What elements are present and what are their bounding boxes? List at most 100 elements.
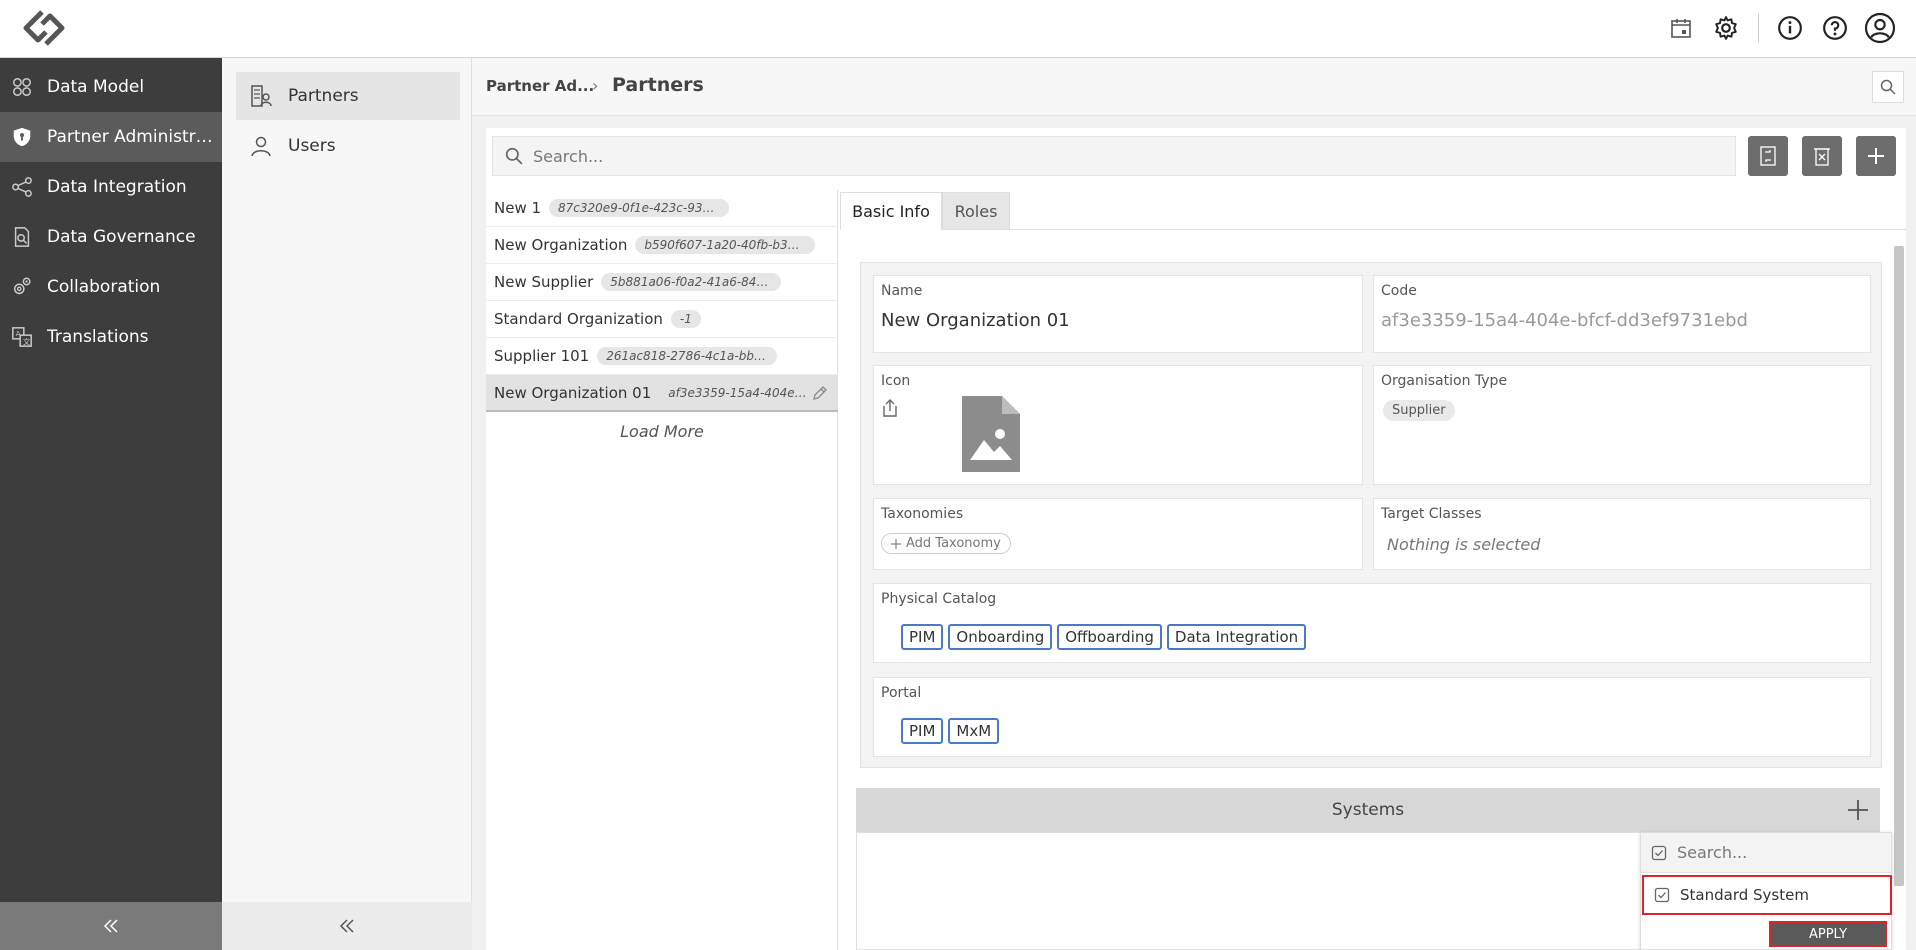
systems-header: Systems [856,788,1880,832]
subnav-item-users[interactable]: Users [236,122,460,170]
nav-item-data-model[interactable]: Data Model [0,62,222,112]
data-model-icon [9,74,35,100]
nav-item-collaboration[interactable]: Collaboration [0,262,222,312]
nav-item-label: Translations [47,327,149,347]
catalog-chip[interactable]: Offboarding [1057,624,1162,650]
list-item[interactable]: Supplier 101 261ac818-2786-4c1a-bb3a-ea9… [486,338,838,375]
breadcrumb-parent[interactable]: Partner Ad... [486,77,594,95]
sub-sidebar: Partners Users [222,58,472,950]
nav-item-translations[interactable]: A文 Translations [0,312,222,362]
subnav-item-label: Users [288,136,336,156]
add-system-icon[interactable] [1846,798,1870,822]
top-bar [0,0,1916,58]
gears-icon [9,274,35,300]
nav-item-data-governance[interactable]: Data Governance [0,212,222,262]
partner-id-badge: b590f607-1a20-40fb-b315-7... [635,236,816,254]
delete-icon [1812,145,1832,167]
list-item[interactable]: New Supplier 5b881a06-f0a2-41a6-8460-e28… [486,264,838,301]
portal-chip[interactable]: MxM [948,718,1000,744]
icon-field: Icon [873,365,1363,485]
catalog-chip[interactable]: Onboarding [948,624,1053,650]
nav-item-label: Data Governance [47,227,196,247]
breadcrumb-separator: › [592,76,599,95]
global-search-button[interactable] [1872,71,1904,103]
nav-item-data-integration[interactable]: Data Integration [0,162,222,212]
upload-icon[interactable] [881,398,899,418]
subnav-item-partners[interactable]: Partners [236,72,460,120]
code-value: af3e3359-15a4-404e-bfcf-dd3ef9731ebd [1381,310,1748,331]
system-picker-dropdown: Search... Standard System APPLY [1640,832,1892,950]
taxonomies-field: Taxonomies Add Taxonomy [873,498,1363,570]
plus-icon [891,538,901,549]
collapse-subnav-button[interactable] [222,902,472,950]
partner-id-badge: 261ac818-2786-4c1a-bb3a-ea9763... [597,347,778,365]
search-icon [1880,79,1896,95]
sync-button[interactable] [1748,136,1788,176]
nav-item-partner-administration[interactable]: Partner Administrati... [0,112,222,162]
plus-icon [1866,146,1886,166]
list-item[interactable]: Standard Organization -1 [486,301,838,338]
portal-field: Portal PIM MxM [873,677,1871,757]
target-classes-empty: Nothing is selected [1387,535,1541,554]
content-area: Partner Ad... › Partners Search... New 1… [472,58,1916,950]
info-icon[interactable] [1772,10,1808,46]
add-taxonomy-button[interactable]: Add Taxonomy [881,533,1011,554]
organisation-type-value: Supplier [1383,400,1455,421]
apply-highlight: APPLY [1769,921,1887,947]
apply-button[interactable]: APPLY [1771,923,1885,945]
user-icon [248,133,274,159]
catalog-chip[interactable]: PIM [901,624,944,650]
calendar-icon[interactable] [1663,10,1699,46]
system-option-label: Standard System [1680,886,1809,904]
nav-item-label: Data Integration [47,177,187,197]
systems-title: Systems [1331,800,1405,820]
shield-icon [9,124,35,150]
help-icon[interactable] [1817,10,1853,46]
name-value: New Organization 01 [881,310,1070,331]
tab-basic-info[interactable]: Basic Info [840,192,942,230]
partner-list: New 1 87c320e9-0f1e-423c-93b3-3fb61a14a4… [486,190,838,950]
catalog-chip[interactable]: Data Integration [1166,624,1307,650]
target-classes-field[interactable]: Target Classes Nothing is selected [1373,498,1871,570]
list-item-selected[interactable]: New Organization 01 af3e3359-15a4-404e-b… [486,375,838,412]
svg-text:A: A [16,329,21,338]
add-partner-button[interactable] [1856,136,1896,176]
gear-icon[interactable] [1708,10,1744,46]
list-item[interactable]: New Organization b590f607-1a20-40fb-b315… [486,227,838,264]
list-item[interactable]: New 1 87c320e9-0f1e-423c-93b3-3fb61a14a4… [486,190,838,227]
pencil-icon[interactable] [812,385,828,401]
toolbar-divider [1758,13,1759,43]
name-field[interactable]: Name New Organization 01 [873,275,1363,353]
double-chevron-left-icon [338,917,356,935]
main-sidebar: Data Model Partner Administrati... Data … [0,58,222,950]
tab-bar: Basic Info Roles [840,190,1906,230]
tab-roles[interactable]: Roles [942,192,1010,230]
organisation-type-field[interactable]: Organisation Type Supplier [1373,365,1871,485]
page-title: Partners [612,74,704,96]
collapse-sidebar-button[interactable] [0,902,222,950]
user-account-icon[interactable] [1862,10,1898,46]
nav-item-label: Partner Administrati... [47,127,217,147]
load-more-link[interactable]: Load More [486,422,838,441]
system-search-input[interactable]: Search... [1677,843,1747,862]
partner-id-badge: 87c320e9-0f1e-423c-93b3-3fb61a14a45f [549,199,730,217]
system-option[interactable]: Standard System [1642,875,1892,915]
portal-chip[interactable]: PIM [901,718,944,744]
system-search[interactable]: Search... [1641,833,1891,873]
partner-id-badge: -1 [670,310,701,328]
delete-button[interactable] [1802,136,1842,176]
checkbox-icon [1651,845,1667,861]
physical-catalog-field: Physical Catalog PIM Onboarding Offboard… [873,583,1871,663]
search-icon [505,147,523,165]
basic-info-form: Name New Organization 01 Code af3e3359-1… [860,262,1882,768]
sync-icon [1758,145,1778,167]
detail-scrollbar[interactable] [1894,246,1904,886]
svg-text:文: 文 [23,337,31,346]
governance-icon [9,224,35,250]
share-nodes-icon [9,174,35,200]
checkbox-icon[interactable] [1654,887,1670,903]
code-field: Code af3e3359-15a4-404e-bfcf-dd3ef9731eb… [1373,275,1871,353]
double-chevron-left-icon [102,917,120,935]
app-logo-icon[interactable] [20,8,68,48]
search-input[interactable] [533,146,1713,166]
